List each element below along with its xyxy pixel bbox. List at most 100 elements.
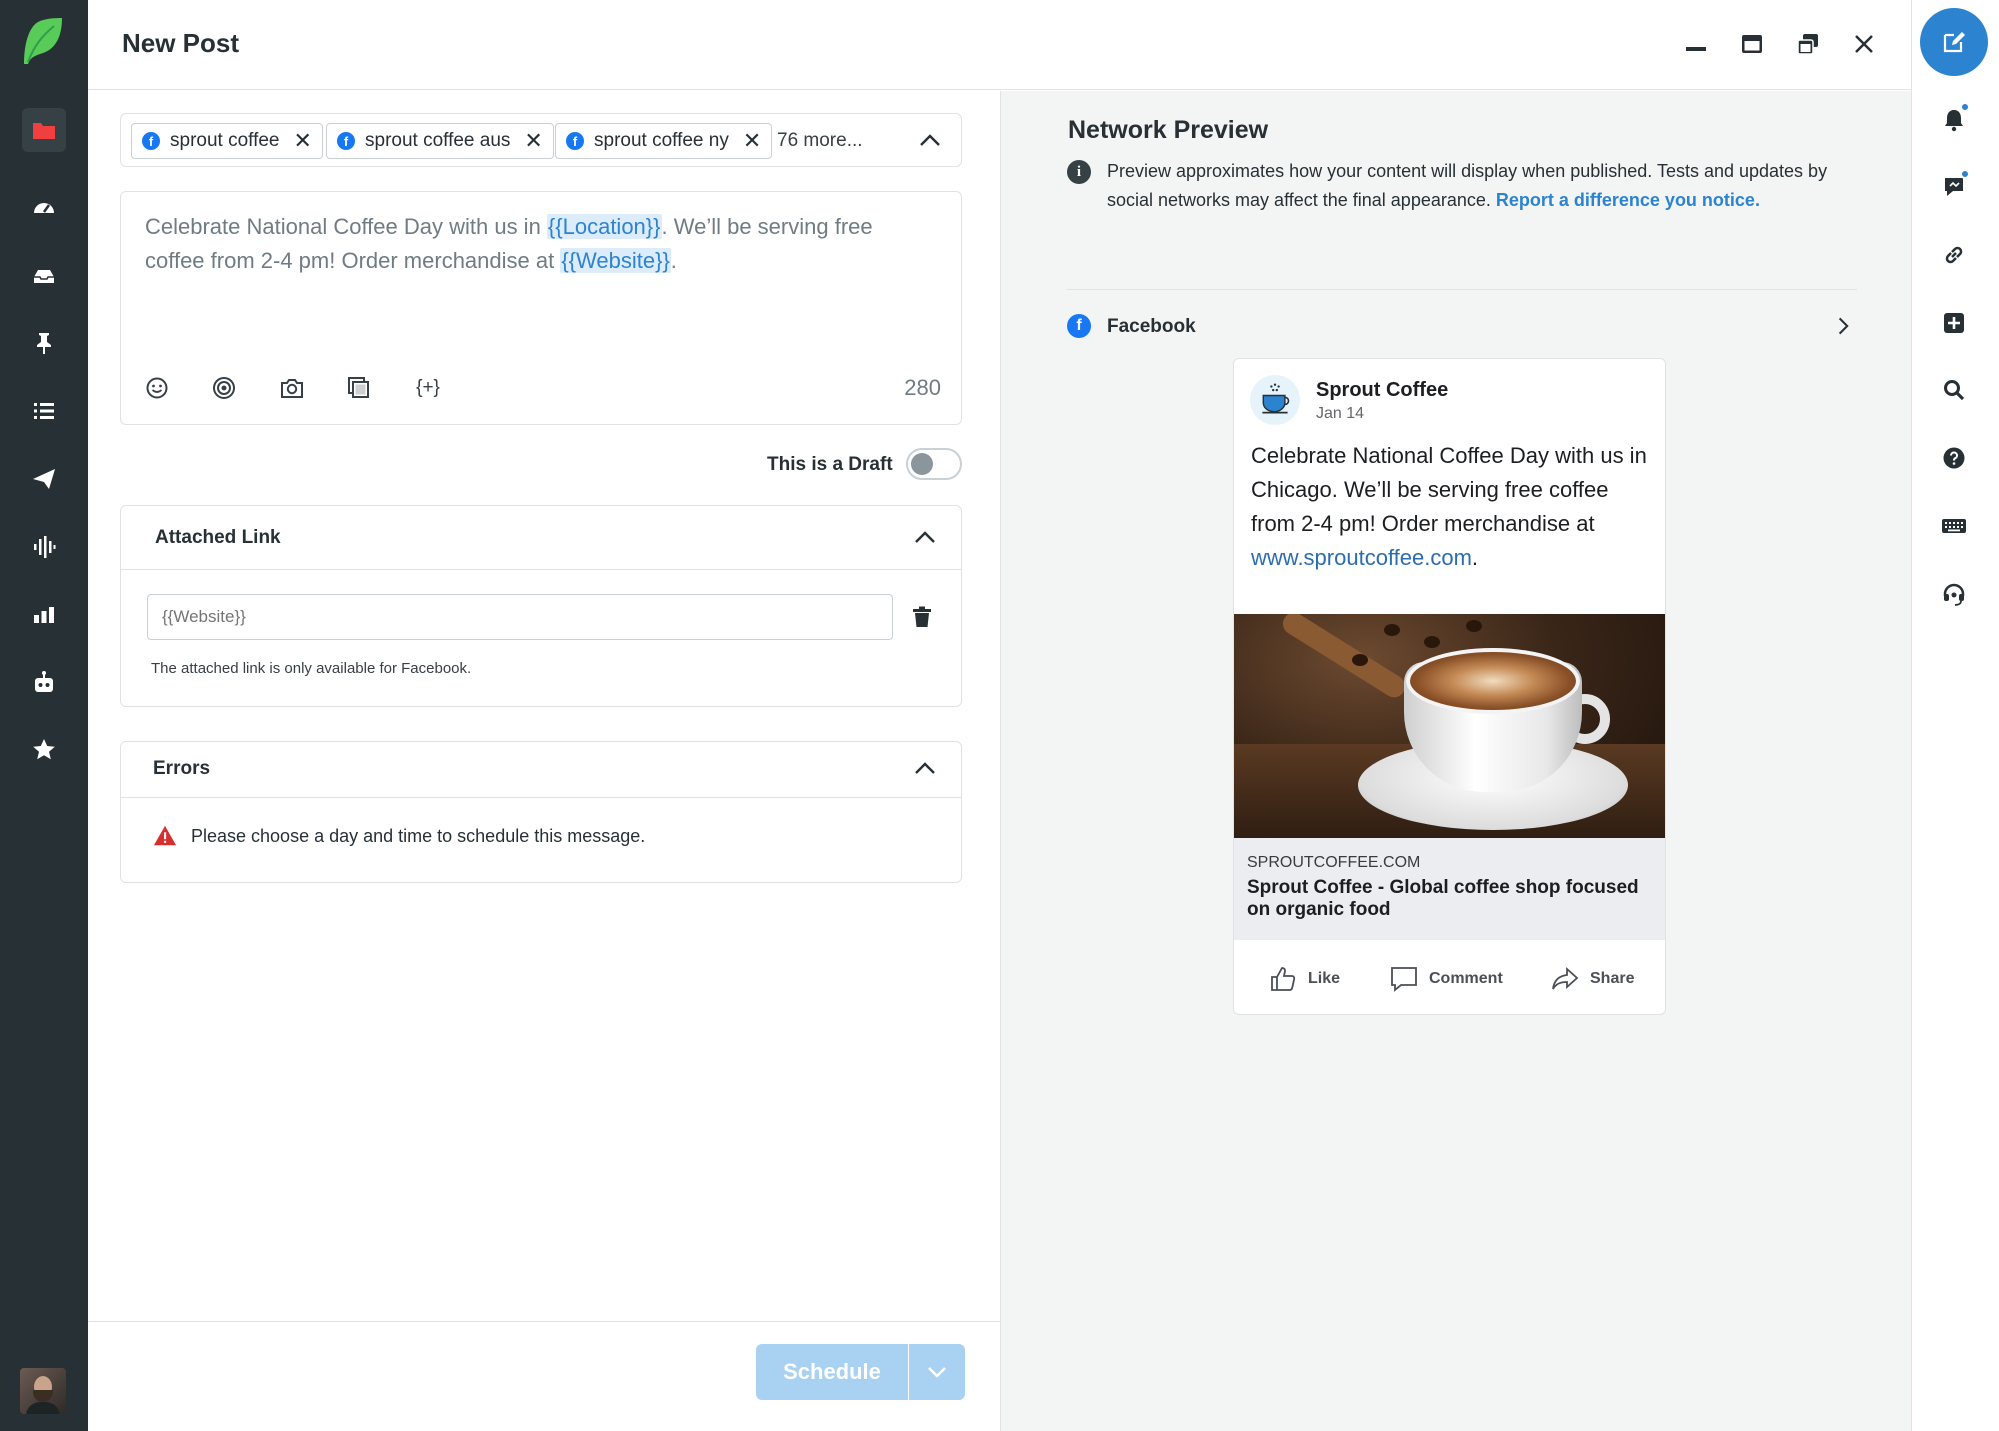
share-button[interactable]: Share <box>1550 964 1634 994</box>
chevron-down-icon <box>928 1367 946 1378</box>
notifications-bell-icon[interactable] <box>1934 100 1974 140</box>
nav-reviews-icon[interactable] <box>22 728 66 772</box>
post-date: Jan 14 <box>1316 405 1365 422</box>
error-row: Please choose a day and time to schedule… <box>153 824 645 848</box>
close-icon[interactable] <box>1844 24 1884 64</box>
link-domain: SPROUTCOFFEE.COM <box>1247 854 1421 871</box>
attached-link-input[interactable] <box>147 594 893 640</box>
add-icon[interactable] <box>1934 303 1974 343</box>
link-headline: Sprout Coffee - Global coffee shop focus… <box>1247 877 1639 920</box>
profile-chip[interactable]: f sprout coffee ✕ <box>131 123 323 159</box>
preview-description: Preview approximates how your content wi… <box>1107 161 1828 210</box>
facebook-icon: f <box>1067 314 1091 338</box>
keyboard-icon[interactable] <box>1934 506 1974 546</box>
nav-listening-icon[interactable] <box>22 525 66 569</box>
report-difference-link[interactable]: Report a difference you notice. <box>1496 190 1760 210</box>
post-image <box>1234 614 1665 838</box>
profile-chip[interactable]: f sprout coffee aus ✕ <box>326 123 554 159</box>
errors-panel: Errors Please choose a day and time to s… <box>120 741 962 883</box>
post-link[interactable]: www.sproutcoffee.com <box>1251 545 1472 570</box>
character-counter: 280 <box>904 375 941 400</box>
nav-list-icon[interactable] <box>22 389 66 433</box>
draft-label: This is a Draft <box>767 454 893 475</box>
nav-folder-icon[interactable] <box>22 108 66 152</box>
thumbs-up-icon <box>1271 967 1296 991</box>
profile-chip-label: sprout coffee ny <box>594 130 729 151</box>
compose-button[interactable] <box>1920 8 1988 76</box>
dock-window-icon[interactable] <box>1732 24 1772 64</box>
facebook-icon: f <box>142 132 160 150</box>
profile-chip[interactable]: f sprout coffee ny ✕ <box>555 123 773 159</box>
post-text: Celebrate National Coffee Day with us in… <box>1251 443 1647 570</box>
smile-icon[interactable] <box>141 372 173 404</box>
left-navigation <box>0 0 88 1431</box>
activity-icon[interactable] <box>1934 167 1974 207</box>
profile-selector[interactable]: f sprout coffee ✕ f sprout coffee aus ✕ … <box>120 113 962 167</box>
network-label: Facebook <box>1107 316 1196 337</box>
trash-icon[interactable] <box>907 602 937 632</box>
camera-icon[interactable] <box>276 372 308 404</box>
remove-profile-icon[interactable]: ✕ <box>524 128 542 154</box>
right-rail <box>1911 0 1999 1431</box>
share-icon <box>1552 966 1579 990</box>
popout-window-icon[interactable] <box>1788 24 1828 64</box>
search-icon[interactable] <box>1934 370 1974 410</box>
comment-button[interactable]: Comment <box>1389 964 1503 994</box>
sprout-logo-icon[interactable] <box>20 16 66 66</box>
comment-icon <box>1391 967 1417 992</box>
coffee-cup-icon <box>1262 383 1290 414</box>
facebook-post-preview: Sprout Coffee Jan 14 Celebrate National … <box>1233 358 1666 1015</box>
chevron-up-icon[interactable] <box>910 523 940 553</box>
profile-chip-label: sprout coffee aus <box>365 130 511 151</box>
target-icon[interactable] <box>208 372 240 404</box>
remove-profile-icon[interactable]: ✕ <box>294 128 312 154</box>
chevron-up-icon[interactable] <box>915 126 945 156</box>
user-avatar[interactable] <box>20 1368 66 1414</box>
warning-icon <box>153 825 177 846</box>
website-variable[interactable]: {{Website}} <box>560 248 671 273</box>
nav-bot-icon[interactable] <box>22 661 66 705</box>
schedule-button[interactable]: Schedule <box>756 1344 908 1400</box>
facebook-icon: f <box>337 132 355 150</box>
link-icon[interactable] <box>1934 235 1974 275</box>
nav-send-icon[interactable] <box>22 457 66 501</box>
nav-pin-icon[interactable] <box>22 321 66 365</box>
divider <box>1067 289 1857 290</box>
nav-reports-icon[interactable] <box>22 593 66 637</box>
like-button[interactable]: Like <box>1268 964 1340 994</box>
message-editor[interactable]: Celebrate National Coffee Day with us in… <box>120 191 962 425</box>
error-message: Please choose a day and time to schedule… <box>191 825 646 846</box>
facebook-icon: f <box>566 132 584 150</box>
remove-profile-icon[interactable]: ✕ <box>743 128 761 154</box>
composer-footer: Schedule <box>88 1321 1000 1431</box>
errors-title: Errors <box>153 758 211 779</box>
network-preview-pane: Network Preview i Preview approximates h… <box>1000 91 1911 1431</box>
more-profiles-link[interactable]: 76 more... <box>777 130 863 152</box>
location-variable[interactable]: {{Location}} <box>546 214 662 239</box>
help-icon[interactable] <box>1934 438 1974 478</box>
chevron-up-icon[interactable] <box>910 754 940 784</box>
gallery-icon[interactable] <box>343 372 375 404</box>
support-headset-icon[interactable] <box>1934 574 1974 614</box>
link-preview[interactable]: SPROUTCOFFEE.COM Sprout Coffee - Global … <box>1234 838 1665 940</box>
attached-link-panel: Attached Link The attached link is only … <box>120 505 962 707</box>
errors-header[interactable]: Errors <box>121 742 961 798</box>
composer-header: New Post <box>88 0 1911 90</box>
attached-link-title: Attached Link <box>155 527 281 548</box>
attached-link-note: The attached link is only available for … <box>151 660 472 677</box>
page-avatar <box>1250 375 1300 425</box>
page-name: Sprout Coffee <box>1316 379 1449 401</box>
attached-link-header[interactable]: Attached Link <box>121 506 961 570</box>
nav-dashboard-icon[interactable] <box>22 186 66 230</box>
network-selector[interactable]: f Facebook <box>1067 306 1857 346</box>
chevron-right-icon[interactable] <box>1829 312 1857 340</box>
minimize-icon[interactable] <box>1676 24 1716 64</box>
message-text[interactable]: Celebrate National Coffee Day with us in… <box>145 210 925 278</box>
nav-inbox-icon[interactable] <box>22 254 66 298</box>
variable-icon[interactable]: {+} <box>409 372 447 404</box>
schedule-dropdown-button[interactable] <box>909 1344 965 1400</box>
composer-pane: f sprout coffee ✕ f sprout coffee aus ✕ … <box>88 91 1000 1431</box>
profile-chip-label: sprout coffee <box>170 130 280 151</box>
post-actions: Like Comment Share <box>1234 940 1665 1014</box>
draft-toggle[interactable] <box>906 448 962 480</box>
